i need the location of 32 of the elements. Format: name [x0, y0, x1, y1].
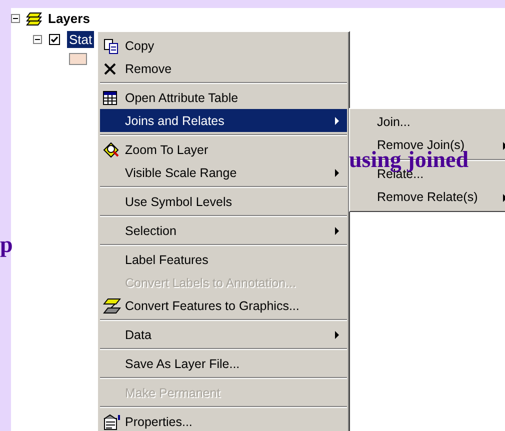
table-icon: [103, 90, 117, 104]
close-icon: [103, 62, 117, 76]
magnifier-icon: [103, 142, 121, 158]
menu-item[interactable]: Data: [100, 323, 347, 346]
copy-icon: [103, 38, 119, 54]
menu-item[interactable]: Label Features: [100, 248, 347, 271]
menu-item[interactable]: Copy: [100, 34, 347, 57]
collapse-icon[interactable]: [11, 14, 20, 23]
layer-checkbox[interactable]: [49, 34, 60, 45]
menu-item[interactable]: Join...: [377, 116, 505, 129]
symbol-swatch: [69, 52, 87, 64]
menu-item[interactable]: Zoom To Layer: [100, 138, 347, 161]
menu-item[interactable]: Use Symbol Levels: [100, 190, 347, 213]
menu-item[interactable]: Properties...: [100, 410, 347, 431]
submenu-arrow-icon: [335, 168, 339, 176]
menu-item[interactable]: Save As Layer File...: [100, 352, 347, 375]
submenu-arrow-icon: [335, 116, 339, 124]
submenu-arrow-icon: [335, 226, 339, 234]
menu-item[interactable]: Convert Features to Graphics...: [100, 294, 347, 317]
menu-item[interactable]: Joins and Relates: [100, 109, 347, 132]
shapes-icon: [103, 298, 121, 314]
layer-name[interactable]: Stat: [67, 31, 94, 48]
submenu-arrow-icon: [335, 330, 339, 338]
menu-item[interactable]: Remove Join(s): [377, 139, 503, 152]
menu-item[interactable]: Remove: [100, 57, 347, 80]
tree-root-label[interactable]: Layers: [48, 11, 90, 26]
collapse-icon[interactable]: [33, 35, 42, 44]
menu-item[interactable]: Open Attribute Table: [100, 86, 347, 109]
layers-icon: [26, 12, 42, 26]
menu-item[interactable]: Selection: [100, 219, 347, 242]
menu-item[interactable]: Remove Relate(s): [377, 191, 503, 204]
menu-item[interactable]: Visible Scale Range: [100, 161, 347, 184]
